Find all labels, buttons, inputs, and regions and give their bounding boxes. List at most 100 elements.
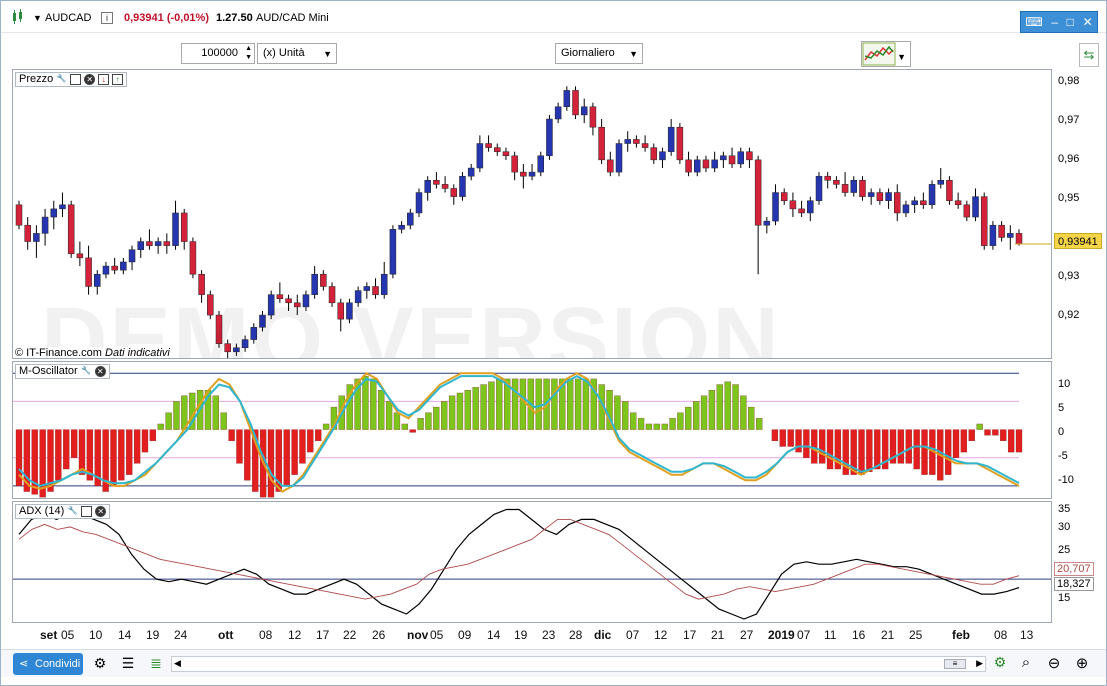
unit-select[interactable]: (x) Unità ▼ [257, 43, 337, 64]
candle-body [772, 192, 779, 222]
oscillator-bar [653, 423, 660, 430]
candle-body [659, 151, 666, 161]
candle-body [850, 180, 858, 193]
wrench-icon[interactable]: 🔧 [80, 366, 92, 377]
oscillator-bar [614, 395, 621, 430]
x-tick-label: 11 [824, 628, 837, 642]
oscillator-bar [645, 423, 653, 430]
oscillator-bar [795, 429, 802, 453]
keyboard-icon[interactable]: ⌨ [1025, 15, 1042, 29]
arrow-up-icon[interactable]: ↑ [112, 74, 124, 85]
oscillator-bar [700, 395, 708, 430]
close-icon[interactable]: ✕ [1083, 15, 1093, 29]
oscillator-bar [110, 429, 117, 487]
oscillator-bar [637, 418, 645, 430]
oscillator-bar [456, 392, 464, 430]
price-panel-header: Prezzo 🔧 ✕ ↓ ↑ [15, 72, 128, 87]
price-panel: DEMO VERSION Prezzo 🔧 ✕ ↓ ↑ © IT-Finance… [12, 69, 1052, 359]
candle-body [172, 212, 179, 246]
adx-panel-header: ADX (14) 🔧 ✕ [15, 504, 111, 519]
chevron-down-icon: ▼ [323, 49, 332, 59]
oscillator-bar [818, 429, 826, 464]
drawing-tool-icon[interactable]: ⚙ [91, 655, 109, 673]
candle-body [572, 90, 579, 116]
oscillator-bar [496, 378, 503, 430]
candle-body [111, 265, 118, 271]
chart-type-button[interactable]: ▼ [861, 41, 911, 67]
wrench-icon[interactable]: 🔧 [67, 506, 79, 517]
close-circle-icon[interactable]: ✕ [94, 366, 106, 377]
oscillator-bar [141, 429, 149, 453]
window-icon[interactable] [81, 506, 93, 517]
candle-body [433, 180, 440, 185]
oscillator-bar [409, 429, 416, 433]
oscillator-bar [425, 412, 432, 430]
y-tick: 0,98 [1058, 75, 1080, 87]
period-select[interactable]: Giornaliero ▼ [555, 43, 643, 64]
oscillator-panel-header: M-Oscillator 🔧 ✕ [15, 364, 110, 379]
chart-settings-icon[interactable]: ⚙ [991, 654, 1009, 674]
candle-body [24, 224, 31, 242]
timeline-scrollbar[interactable]: ◀ ≡ ▶ [171, 656, 986, 672]
arrow-down-icon[interactable]: ↓ [98, 74, 110, 85]
scroll-right-icon[interactable]: ▶ [976, 658, 983, 669]
candle-body [702, 159, 710, 169]
candle-body [494, 147, 501, 152]
candle-body [15, 204, 23, 226]
share-button[interactable]: ⋖ Condividi [13, 653, 83, 675]
bottom-bar: ⋖ Condividi ⚙ ☰ ≣ ◀ ≡ ▶ ⚙ ⌕ ⊖ ⊕ [1, 649, 1106, 677]
candlestick-icon[interactable] [11, 9, 25, 25]
minimize-icon[interactable]: – [1051, 15, 1058, 29]
oscillator-bar [78, 429, 86, 475]
candle-body [963, 204, 971, 218]
oscillator-chart[interactable] [13, 362, 1052, 499]
zoom-fit-icon[interactable]: ⌕ [1017, 654, 1035, 674]
candle-body [476, 143, 484, 169]
zoom-in-icon[interactable]: ⊕ [1073, 654, 1091, 674]
maximize-icon[interactable]: □ [1067, 15, 1074, 29]
quantity-input[interactable]: 100000 ▲ ▼ [181, 43, 255, 64]
oscillator-bar [220, 412, 227, 430]
oscillator-bar [803, 429, 810, 458]
window-icon[interactable] [70, 74, 82, 85]
oscillator-bar [858, 429, 865, 475]
oscillator-bar [385, 401, 393, 430]
candle-body [163, 241, 171, 246]
y-tick: 30 [1058, 521, 1071, 533]
oscillator-bar [921, 429, 928, 475]
symbol-dropdown-icon[interactable]: ▼ [33, 10, 42, 26]
x-tick-label: 28 [569, 628, 583, 642]
oscillator-bar [126, 429, 133, 475]
candle-body [894, 192, 901, 214]
indicators-icon[interactable]: ≣ [147, 655, 165, 673]
symbol-label[interactable]: AUDCAD [45, 10, 91, 26]
scroll-left-icon[interactable]: ◀ [174, 658, 181, 669]
candle-body [685, 159, 692, 173]
oscillator-bar [370, 378, 377, 430]
x-tick-label: 23 [542, 628, 556, 642]
side-panel-icon[interactable]: ⇆ [1079, 43, 1099, 67]
candle-body [76, 253, 84, 259]
oscillator-bar [480, 384, 487, 430]
close-circle-icon[interactable]: ✕ [84, 74, 96, 85]
scroll-thumb[interactable]: ≡ [944, 659, 966, 669]
candle-body [389, 229, 397, 275]
candle-body [180, 212, 188, 242]
info-icon[interactable]: i [101, 12, 113, 24]
candle-body [737, 151, 744, 165]
oscillator-bar [1007, 429, 1015, 453]
candle-body [980, 196, 988, 246]
candle-body [598, 126, 605, 161]
close-circle-icon[interactable]: ✕ [95, 506, 107, 517]
candle-body [902, 204, 910, 214]
zoom-out-icon[interactable]: ⊖ [1045, 654, 1063, 674]
oscillator-bar [1015, 429, 1023, 453]
stepper-icon[interactable]: ▲ ▼ [245, 44, 252, 62]
y-tick: -10 [1058, 474, 1074, 486]
candle-body [563, 90, 571, 108]
adx-chart[interactable] [13, 502, 1052, 623]
oscillator-bar [756, 418, 763, 430]
list-icon[interactable]: ☰ [119, 655, 137, 673]
wrench-icon[interactable]: 🔧 [56, 74, 68, 85]
y-tick: 35 [1058, 503, 1071, 515]
